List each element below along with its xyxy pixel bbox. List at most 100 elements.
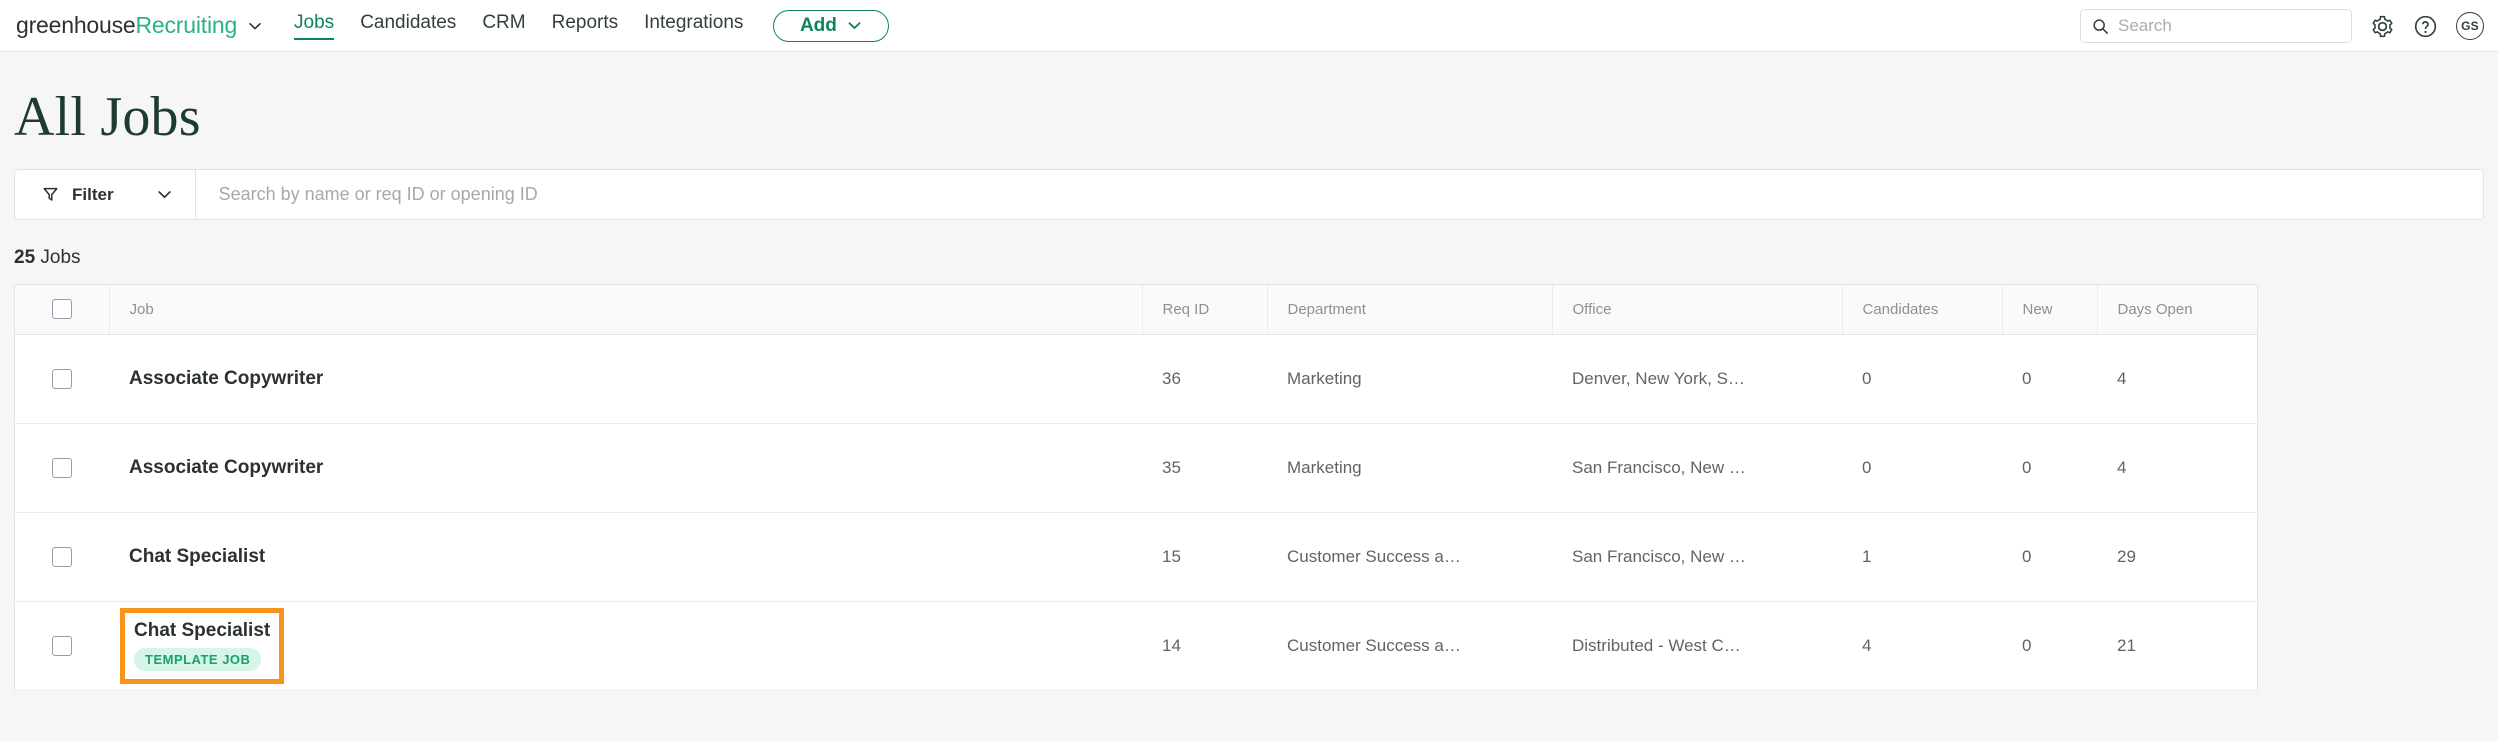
jobs-table-container: Job Req ID Department Office Candidates … (14, 284, 2258, 691)
brand-logo[interactable]: greenhouseRecruiting (16, 12, 264, 39)
candidates-cell-value: 0 (1862, 368, 1872, 388)
new-cell: 0 (2002, 423, 2097, 512)
job-count-number: 25 (14, 247, 36, 268)
req-id-cell: 14 (1142, 601, 1267, 690)
candidates-cell: 0 (1842, 423, 2002, 512)
job-count-label: Jobs (40, 247, 81, 268)
main-nav-links: Jobs Candidates CRM Reports Integrations (294, 12, 743, 40)
office-cell: Distributed - West C… (1552, 601, 1842, 690)
req-id-cell-value: 35 (1162, 457, 1181, 477)
job-title-link[interactable]: Chat Specialist (129, 546, 265, 568)
gear-icon[interactable] (2370, 14, 2395, 39)
department-cell-value: Marketing (1287, 368, 1362, 388)
row-select-cell (15, 334, 109, 423)
row-checkbox[interactable] (52, 635, 72, 656)
req-id-cell-value: 36 (1162, 368, 1181, 388)
job-title-link[interactable]: Associate Copywriter (129, 457, 323, 479)
nav-link-candidates[interactable]: Candidates (360, 12, 456, 39)
global-search-box[interactable] (2080, 9, 2352, 43)
filter-button-label: Filter (72, 184, 114, 204)
new-cell: 0 (2002, 601, 2097, 690)
job-cell: Associate Copywriter (109, 423, 1142, 512)
office-cell-value: Distributed - West C… (1572, 635, 1741, 655)
row-checkbox[interactable] (52, 546, 72, 567)
req-id-cell-value: 15 (1162, 546, 1181, 566)
add-button[interactable]: Add (773, 9, 890, 42)
table-row[interactable]: Associate Copywriter 35 Marketing San Franc… (15, 423, 2257, 512)
filter-button[interactable]: Filter (15, 170, 196, 219)
nav-link-integrations[interactable]: Integrations (644, 12, 743, 39)
job-box: Chat Specialist (129, 546, 265, 568)
help-icon[interactable] (2413, 14, 2438, 39)
row-select-cell (15, 601, 109, 690)
top-navigation-bar: greenhouseRecruiting Jobs Candidates CRM… (0, 0, 2498, 52)
chevron-down-icon[interactable] (246, 17, 264, 35)
avatar[interactable]: GS (2456, 12, 2484, 40)
job-title-link[interactable]: Chat Specialist (134, 620, 270, 642)
req-id-cell: 35 (1142, 423, 1267, 512)
days-open-cell-value: 4 (2117, 368, 2127, 388)
column-header-days-open[interactable]: Days Open (2097, 285, 2257, 335)
column-header-job[interactable]: Job (109, 285, 1143, 335)
column-header-office[interactable]: Office (1552, 285, 1843, 335)
select-all-header (15, 285, 110, 335)
candidates-cell: 1 (1842, 512, 2002, 601)
brand-name-greenhouse: greenhouse (16, 12, 136, 38)
highlighted-job-box: Chat Specialist TEMPLATE JOB (120, 607, 285, 684)
job-count: 25 Jobs (14, 247, 2484, 269)
days-open-cell-value: 4 (2117, 457, 2127, 477)
job-search-field[interactable] (196, 170, 2483, 219)
days-open-cell: 29 (2097, 512, 2257, 601)
department-cell-value: Customer Success a… (1287, 546, 1461, 566)
page-title: All Jobs (14, 86, 201, 148)
jobs-table-header: Job Req ID Department Office Candidates … (15, 285, 2257, 335)
jobs-table-body: Associate Copywriter 36 Marketing Denver, N… (15, 334, 2257, 690)
days-open-cell-value: 29 (2117, 546, 2136, 566)
global-search-input[interactable] (2118, 16, 2340, 36)
column-header-candidates[interactable]: Candidates (1842, 285, 2003, 335)
brand-text: greenhouseRecruiting (16, 12, 237, 39)
office-cell: Denver, New York, S… (1552, 334, 1842, 423)
table-row[interactable]: Chat Specialist TEMPLATE JOB 14 Customer Su… (15, 601, 2257, 690)
office-cell-value: Denver, New York, S… (1572, 368, 1745, 388)
row-checkbox[interactable] (52, 368, 72, 389)
new-cell-value: 0 (2022, 457, 2032, 477)
job-title-link[interactable]: Associate Copywriter (129, 368, 323, 390)
job-search-input[interactable] (218, 184, 2483, 205)
template-job-badge: TEMPLATE JOB (134, 647, 262, 671)
req-id-cell: 15 (1142, 512, 1267, 601)
office-cell-value: San Francisco, New … (1572, 546, 1746, 566)
job-box: Associate Copywriter (129, 368, 323, 390)
column-header-new[interactable]: New (2002, 285, 2098, 335)
job-cell: Chat Specialist TEMPLATE JOB (109, 601, 1142, 690)
table-row[interactable]: Chat Specialist 15 Customer Success a… San … (15, 512, 2257, 601)
req-id-cell-value: 14 (1162, 635, 1181, 655)
office-cell: San Francisco, New … (1552, 512, 1842, 601)
candidates-cell: 4 (1842, 601, 2002, 690)
add-button-label: Add (799, 14, 837, 36)
department-cell: Customer Success a… (1267, 601, 1552, 690)
candidates-cell-value: 1 (1862, 546, 1872, 566)
row-select-cell (15, 512, 109, 601)
days-open-cell: 21 (2097, 601, 2257, 690)
nav-link-crm[interactable]: CRM (482, 12, 525, 39)
new-cell-value: 0 (2022, 546, 2032, 566)
search-icon (2093, 18, 2108, 34)
department-cell-value: Marketing (1287, 457, 1362, 477)
table-header-row: Job Req ID Department Office Candidates … (15, 285, 2257, 335)
job-cell: Associate Copywriter (109, 334, 1142, 423)
nav-link-reports[interactable]: Reports (552, 12, 619, 39)
chevron-down-icon (848, 22, 861, 29)
row-checkbox[interactable] (52, 457, 72, 478)
days-open-cell: 4 (2097, 423, 2257, 512)
select-all-checkbox[interactable] (51, 299, 72, 320)
column-header-req-id[interactable]: Req ID (1142, 285, 1268, 335)
row-select-cell (15, 423, 109, 512)
department-cell-value: Customer Success a… (1287, 635, 1461, 655)
nav-link-jobs[interactable]: Jobs (294, 12, 335, 40)
page-content: All Jobs Filter 25 Jobs Job Req ID Depar… (0, 52, 2498, 691)
chevron-down-icon (157, 191, 171, 199)
nav-right-group: GS (2080, 0, 2484, 52)
column-header-department[interactable]: Department (1267, 285, 1553, 335)
table-row[interactable]: Associate Copywriter 36 Marketing Denver, N… (15, 334, 2257, 423)
